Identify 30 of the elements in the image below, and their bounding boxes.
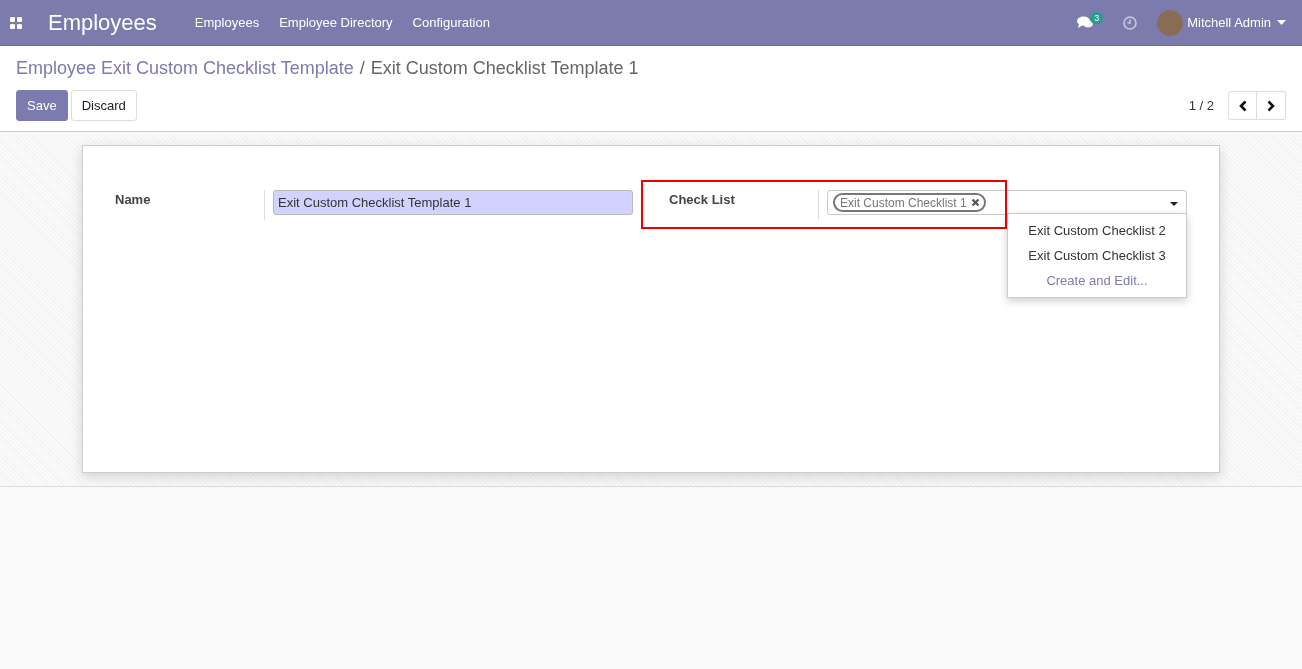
previous-button[interactable] [1228,91,1257,120]
clock-icon[interactable] [1123,15,1138,30]
caret-icon[interactable] [1277,20,1286,25]
pager-counter: 1 / 2 [1188,98,1214,113]
discard-button[interactable]: Discard [70,90,137,121]
menu-link[interactable]: Employees [194,15,260,30]
dropdown-caret-icon[interactable] [1170,202,1178,206]
field-label: Name [115,190,265,220]
menu-link[interactable]: Employee Directory [279,15,393,30]
breadcrumb-current: Exit Custom Checklist Template 1 [370,58,639,79]
chat-icon[interactable] [1077,16,1094,29]
name-input-field[interactable]: Exit Custom Checklist Template 1 [273,190,633,215]
apps-menu-icon[interactable] [10,16,22,29]
tag-chip[interactable]: Exit Custom Checklist 1 [833,193,986,212]
breadcrumb-separator: / [359,58,365,79]
chevron-left-icon [1238,99,1247,112]
next-button[interactable] [1257,91,1286,120]
dropdown-option[interactable]: Exit Custom Checklist 3 [1028,243,1166,268]
chevron-right-icon [1267,99,1275,112]
app-title: Employees [48,9,157,36]
dropdown-option[interactable]: Exit Custom Checklist 2 [1028,218,1166,243]
user-menu[interactable]: Mitchell Admin [1187,15,1271,30]
field-label: Check List [669,190,819,220]
save-button[interactable]: Save [16,90,68,121]
tag-label: Exit Custom Checklist 1 [840,195,967,210]
message-count-badge: 3 [1090,11,1104,24]
remove-tag-icon[interactable] [970,198,980,207]
breadcrumb-link[interactable]: Employee Exit Custom Checklist Template [16,58,354,79]
menu-link[interactable]: Configuration [412,15,490,30]
create-and-edit-link[interactable]: Create and Edit... [1046,268,1148,293]
